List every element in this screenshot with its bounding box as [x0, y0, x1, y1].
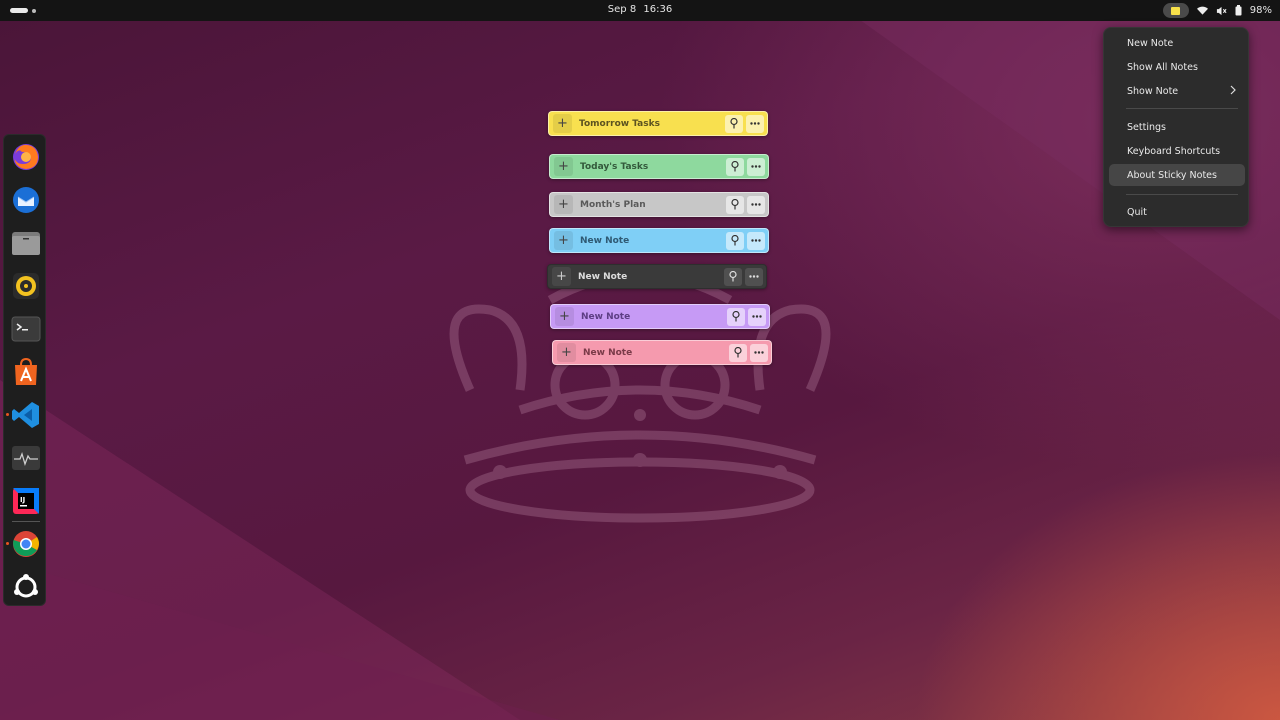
more-button[interactable] [748, 307, 766, 326]
svg-text:IJ: IJ [20, 496, 25, 504]
more-icon [751, 239, 761, 242]
pin-button[interactable] [726, 231, 744, 250]
wallpaper-band [0, 560, 560, 720]
more-icon [754, 351, 764, 354]
sticky-notes-tray-icon[interactable] [1162, 3, 1189, 18]
sticky-note[interactable]: + New Note [552, 340, 772, 365]
terminal-icon[interactable] [10, 313, 42, 345]
firefox-icon[interactable] [10, 141, 42, 173]
menu-item-show-note[interactable]: Show Note [1109, 80, 1245, 102]
files-icon[interactable] [10, 227, 42, 259]
menu-separator [1126, 194, 1238, 195]
more-icon [750, 122, 760, 125]
battery-percentage: 98% [1249, 5, 1272, 16]
sticky-notes-menu: New Note Show All Notes Show Note Settin… [1103, 27, 1249, 227]
pin-button[interactable] [729, 343, 747, 362]
pin-button[interactable] [727, 307, 745, 326]
sticky-note[interactable]: + New Note [547, 264, 767, 289]
note-title[interactable]: New Note [581, 312, 727, 322]
note-title[interactable]: New Note [578, 272, 724, 282]
more-button[interactable] [747, 231, 765, 250]
more-button[interactable] [747, 157, 765, 176]
pin-icon [731, 199, 739, 210]
new-note-button[interactable]: + [552, 267, 571, 286]
sticky-note[interactable]: + Tomorrow Tasks [548, 111, 768, 136]
more-icon [749, 275, 759, 278]
sticky-note[interactable]: + New Note [549, 228, 769, 253]
pin-icon [731, 161, 739, 172]
intellij-idea-icon[interactable]: IJ [10, 485, 42, 517]
pin-icon [729, 271, 737, 282]
menu-item-show-all-notes[interactable]: Show All Notes [1109, 56, 1245, 78]
menu-item-about[interactable]: About Sticky Notes [1109, 164, 1245, 186]
vscode-icon[interactable] [6, 399, 42, 431]
crown-watermark [449, 270, 831, 523]
pin-button[interactable] [726, 157, 744, 176]
dock-separator [12, 521, 40, 522]
chrome-icon[interactable] [6, 528, 42, 560]
menu-item-settings[interactable]: Settings [1109, 116, 1245, 138]
more-button[interactable] [745, 267, 763, 286]
clock[interactable]: Sep 8 16:36 [0, 4, 1280, 15]
wifi-icon [1196, 6, 1208, 15]
new-note-button[interactable]: + [553, 114, 572, 133]
new-note-button[interactable]: + [554, 157, 573, 176]
sticky-note[interactable]: + Today's Tasks [549, 154, 769, 179]
chevron-right-icon [1230, 85, 1236, 95]
battery-icon [1235, 5, 1242, 16]
pin-button[interactable] [725, 114, 743, 133]
pin-icon [734, 347, 742, 358]
more-icon [752, 315, 762, 318]
note-title[interactable]: Month's Plan [580, 200, 726, 210]
clock-date: Sep 8 [607, 4, 637, 15]
pin-icon [730, 118, 738, 129]
more-button[interactable] [747, 195, 765, 214]
more-icon [751, 203, 761, 206]
menu-item-new-note[interactable]: New Note [1109, 32, 1245, 54]
sticky-note[interactable]: + Month's Plan [549, 192, 769, 217]
dock: IJ [3, 134, 46, 606]
new-note-button[interactable]: + [554, 195, 573, 214]
pin-button[interactable] [724, 267, 742, 286]
menu-item-quit[interactable]: Quit [1109, 201, 1245, 223]
note-title[interactable]: Today's Tasks [580, 162, 726, 172]
pin-icon [731, 235, 739, 246]
new-note-button[interactable]: + [555, 307, 574, 326]
menu-item-show-note-label: Show Note [1127, 85, 1179, 97]
note-title[interactable]: New Note [583, 348, 729, 358]
top-bar: Sep 8 16:36 98% [0, 0, 1280, 21]
menu-separator [1126, 108, 1238, 109]
pin-icon [732, 311, 740, 322]
system-monitor-icon[interactable] [10, 442, 42, 474]
more-button[interactable] [750, 343, 768, 362]
system-tray[interactable]: 98% [1162, 3, 1272, 18]
more-button[interactable] [746, 114, 764, 133]
volume-muted-icon [1216, 6, 1227, 15]
new-note-button[interactable]: + [557, 343, 576, 362]
pin-button[interactable] [726, 195, 744, 214]
clock-time: 16:36 [643, 4, 673, 15]
show-apps-icon[interactable] [10, 571, 42, 603]
sticky-note[interactable]: + New Note [550, 304, 770, 329]
new-note-button[interactable]: + [554, 231, 573, 250]
note-title[interactable]: New Note [580, 236, 726, 246]
note-title[interactable]: Tomorrow Tasks [579, 119, 725, 129]
more-icon [751, 165, 761, 168]
app-center-icon[interactable] [10, 356, 42, 388]
rhythmbox-icon[interactable] [10, 270, 42, 302]
menu-item-keyboard-shortcuts[interactable]: Keyboard Shortcuts [1109, 140, 1245, 162]
thunderbird-icon[interactable] [10, 184, 42, 216]
